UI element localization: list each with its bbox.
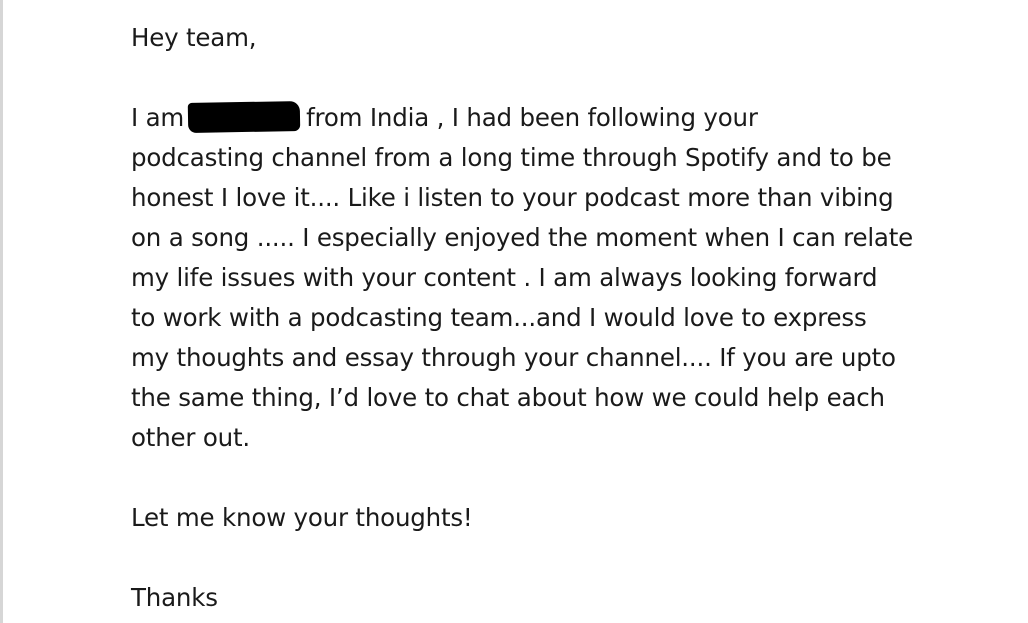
body-line: on a song ..... I especially enjoyed the… <box>131 223 914 252</box>
intro-before: I am <box>131 103 185 132</box>
body-line: other out. <box>131 423 250 452</box>
left-border <box>0 0 3 623</box>
body-line: my thoughts and essay through your chann… <box>131 343 896 372</box>
closing-request: Let me know your thoughts! <box>131 503 473 532</box>
intro-line: I am from India , I had been following yo… <box>131 98 991 138</box>
redacted-name <box>187 101 301 133</box>
greeting: Hey team, <box>131 23 257 52</box>
email-body: Hey team, I am from India , I had been fo… <box>131 18 991 618</box>
body-line: to work with a podcasting team...and I w… <box>131 303 867 332</box>
body-line: my life issues with your content . I am … <box>131 263 878 292</box>
intro-after: from India , I had been following your <box>306 103 758 132</box>
body-line: podcasting channel from a long time thro… <box>131 143 892 172</box>
signoff: Thanks <box>131 583 218 612</box>
body-line: honest I love it.... Like i listen to yo… <box>131 183 894 212</box>
body-line: the same thing, I’d love to chat about h… <box>131 383 885 412</box>
email-view: Hey team, I am from India , I had been fo… <box>0 0 1028 623</box>
